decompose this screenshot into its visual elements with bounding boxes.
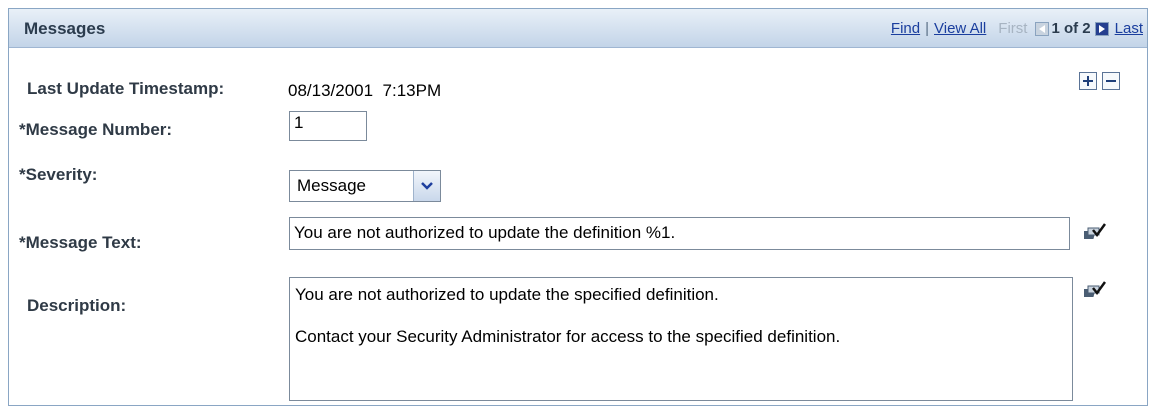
description-label: Description: [27,296,127,315]
timestamp-value: 08/13/2001 7:13PM [288,81,442,100]
view-all-link[interactable]: View All [934,20,986,37]
message-number-field[interactable]: 1 [289,111,367,141]
timestamp-label: Last Update Timestamp: [27,79,225,98]
row-navigation: Find | View All First 1 of 2 Last [891,20,1143,37]
description-textarea[interactable]: You are not authorized to update the spe… [289,277,1073,401]
plus-icon [1083,76,1093,86]
row-count: 1 of 2 [1051,20,1091,37]
nav-separator: | [925,20,930,37]
add-row-button[interactable] [1079,72,1097,90]
messages-panel: Messages Find | View All First 1 of 2 La… [8,8,1148,406]
find-link[interactable]: Find [891,20,920,37]
spell-check-icon[interactable] [1084,280,1106,300]
severity-value: Message [297,176,366,195]
previous-row-icon [1035,21,1050,36]
last-link[interactable]: Last [1115,20,1143,37]
delete-row-button[interactable] [1102,72,1120,90]
spell-check-icon[interactable] [1084,222,1106,242]
minus-icon [1106,80,1116,82]
chevron-down-icon[interactable] [413,171,440,201]
message-text-field[interactable]: You are not authorized to update the def… [289,217,1070,250]
message-number-label: *Message Number: [19,120,173,139]
first-label: First [998,20,1028,37]
panel-title: Messages [24,19,106,38]
message-text-label: *Message Text: [19,233,142,252]
panel-header: Messages Find | View All First 1 of 2 La… [9,9,1147,48]
severity-label: *Severity: [19,165,98,184]
severity-select[interactable]: Message [289,170,441,202]
next-row-icon[interactable] [1094,21,1109,36]
